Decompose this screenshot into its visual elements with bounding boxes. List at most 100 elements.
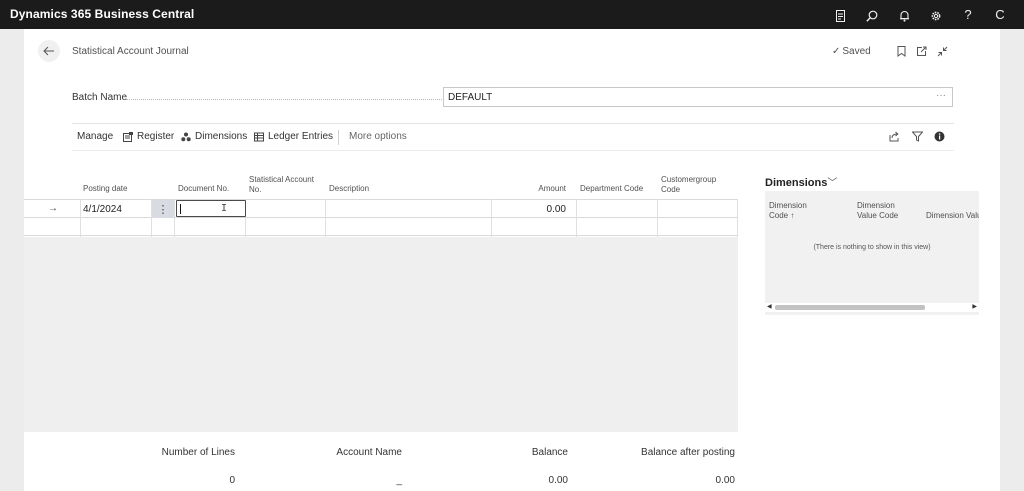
dims-col-header-text: Dimension (769, 201, 807, 210)
number-of-lines-label: Number of Lines (161, 447, 235, 458)
number-of-lines-value: 0 (229, 475, 235, 486)
back-button[interactable] (38, 40, 60, 62)
dimensions-icon (181, 132, 191, 141)
top-bar: Dynamics 365 Business Central ? C (0, 0, 1024, 29)
row-actions-button[interactable]: ⋮ (152, 200, 174, 218)
label-leader (126, 99, 482, 100)
table-row-new[interactable] (24, 218, 738, 236)
scrollbar-thumb[interactable] (775, 305, 925, 310)
col-header-department-code[interactable]: Department Code (580, 184, 643, 194)
bell-icon[interactable] (888, 7, 920, 22)
action-separator (338, 130, 339, 145)
account-name-value: _ (396, 475, 402, 486)
saved-status: ✓ Saved (832, 46, 871, 57)
grid-empty-area (24, 237, 738, 432)
dimensions-factbox-title[interactable]: Dimensions﹀ (765, 174, 837, 189)
info-icon[interactable] (934, 131, 949, 142)
dims-col-header-text: Dimension (857, 201, 895, 210)
dims-col-header-value[interactable]: Dimension Valu (926, 211, 979, 221)
batch-name-label: Batch Name (72, 92, 128, 103)
manage-label: Manage (77, 131, 114, 142)
col-header-amount[interactable]: Amount (514, 184, 566, 194)
bookmark-icon[interactable] (894, 44, 908, 58)
ledger-entries-button[interactable]: Ledger Entries (254, 131, 333, 142)
action-bar: Manage Register Dimensions Ledger Entrie… (72, 130, 954, 146)
current-row-indicator: → (48, 203, 58, 214)
collapse-icon[interactable] (935, 44, 949, 58)
col-header-description[interactable]: Description (329, 184, 369, 194)
dims-col-header-value-code[interactable]: Dimension Value Code (857, 201, 898, 221)
document-no-input[interactable]: I (176, 200, 246, 217)
column-divider (325, 199, 326, 237)
col-header-posting-date[interactable]: Posting date (83, 184, 127, 194)
cell-posting-date[interactable]: 4/1/2024 (83, 204, 122, 215)
dims-col-header-code[interactable]: Dimension Code ↑ (769, 201, 807, 221)
divider (72, 123, 954, 124)
col-header-document-no[interactable]: Document No. (178, 184, 229, 194)
dimensions-button[interactable]: Dimensions (181, 131, 247, 142)
grid-rows (24, 199, 738, 237)
dims-horizontal-scrollbar[interactable]: ◀ ▶ (765, 303, 979, 312)
balance-after-posting-value: 0.00 (715, 475, 735, 486)
more-options-label: More options (349, 131, 407, 142)
column-divider (491, 199, 492, 237)
column-divider (174, 199, 175, 237)
scroll-left-icon[interactable]: ◀ (767, 303, 772, 310)
register-icon (123, 131, 133, 142)
page-title: Statistical Account Journal (72, 46, 189, 57)
journal-lines-grid: Posting date Document No. Statistical Ac… (24, 172, 738, 432)
share-icon[interactable] (889, 131, 904, 142)
batch-lookup-button[interactable]: ··· (936, 90, 946, 101)
col-header-text: Statistical Account (249, 175, 314, 184)
col-header-customergroup-code[interactable]: Customergroup Code (661, 175, 716, 195)
account-name-label: Account Name (336, 447, 402, 458)
chevron-down-icon: ﹀ (827, 178, 838, 189)
saved-label: Saved (842, 46, 871, 57)
journal-page: Statistical Account Journal ✓ Saved Batch… (24, 29, 1000, 491)
ledger-entries-label: Ledger Entries (268, 131, 334, 142)
scroll-right-icon[interactable]: ▶ (972, 303, 977, 310)
dimensions-list: Dimension Code ↑ Dimension Value Code Di… (765, 191, 979, 315)
column-divider (657, 199, 658, 237)
batch-name-value: DEFAULT (448, 92, 493, 103)
app-title[interactable]: Dynamics 365 Business Central (10, 7, 194, 21)
col-header-text: No. (249, 185, 262, 194)
document-icon[interactable] (824, 7, 856, 22)
column-divider (576, 199, 577, 237)
table-row[interactable] (24, 199, 738, 218)
column-divider (737, 199, 738, 237)
balance-after-posting-label: Balance after posting (641, 447, 735, 458)
open-new-window-icon[interactable] (914, 44, 928, 58)
dimensions-title-text: Dimensions (765, 177, 828, 189)
col-header-text: Customergroup (661, 175, 717, 184)
text-caret (180, 204, 181, 214)
cell-amount[interactable]: 0.00 (514, 204, 566, 215)
register-label: Register (137, 131, 175, 142)
dimensions-factbox: Dimensions﹀ Dimension Code ↑ Dimension V… (765, 172, 979, 316)
register-button[interactable]: Register (123, 131, 174, 142)
dims-col-header-text: Value Code (857, 211, 899, 220)
batch-name-row: Batch Name DEFAULT ··· (72, 87, 954, 109)
gear-icon[interactable] (920, 7, 952, 22)
dims-col-header-text: Code ↑ (769, 211, 795, 220)
col-header-statistical-account-no[interactable]: Statistical Account No. (249, 175, 314, 195)
batch-name-input[interactable]: DEFAULT ··· (443, 87, 953, 107)
dimensions-label: Dimensions (195, 131, 248, 142)
ledger-icon (254, 132, 264, 141)
col-header-text: Code (661, 185, 681, 194)
check-icon: ✓ (832, 46, 841, 57)
manage-button[interactable]: Manage (77, 131, 113, 142)
avatar[interactable]: C (984, 7, 1016, 22)
divider (72, 150, 954, 151)
search-icon[interactable] (856, 7, 888, 22)
top-icons: ? C (824, 0, 1016, 29)
help-icon[interactable]: ? (952, 7, 984, 22)
totals-footer: Number of Lines 0 Account Name _ Balance… (24, 439, 738, 491)
balance-label: Balance (531, 447, 568, 458)
more-options-button[interactable]: More options (349, 131, 407, 142)
ibeam-cursor-icon: I (221, 203, 228, 214)
column-divider (80, 199, 81, 237)
arrow-left-icon (43, 46, 54, 56)
balance-value: 0.00 (548, 475, 568, 486)
filter-icon[interactable] (912, 131, 927, 142)
